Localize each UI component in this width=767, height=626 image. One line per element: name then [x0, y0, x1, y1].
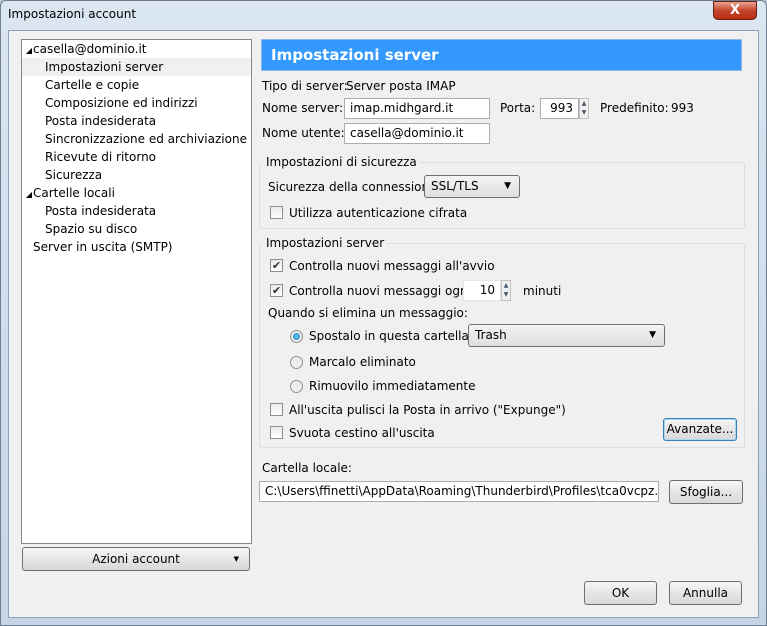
encrypted-auth-label: Utilizza autenticazione cifrata	[289, 206, 468, 220]
mark-deleted-radio[interactable]	[290, 356, 303, 369]
tree-item[interactable]: Cartelle e copie	[22, 76, 251, 94]
delete-behavior-label: Quando si elimina un messaggio:	[268, 306, 468, 320]
tree-item[interactable]: Spazio su disco	[22, 220, 251, 238]
tree-item[interactable]: Server in uscita (SMTP)	[22, 238, 251, 256]
account-actions-label: Azioni account	[92, 552, 180, 566]
tree-item-label: Posta indesiderata	[45, 204, 157, 218]
expunge-checkbox[interactable]	[270, 403, 283, 416]
tree-item[interactable]: Composizione ed indirizzi	[22, 94, 251, 112]
tree-item[interactable]: Posta indesiderata	[22, 202, 251, 220]
default-port-label: Predefinito:	[600, 101, 669, 115]
tree-item-label: Ricevute di ritorno	[45, 150, 157, 164]
empty-trash-checkbox[interactable]	[270, 426, 283, 439]
check-every-checkbox[interactable]: ✔	[270, 284, 283, 297]
dropdown-arrow-icon: ▼	[649, 330, 656, 340]
tree-item[interactable]: Sicurezza	[22, 166, 251, 184]
trash-folder-value: Trash	[475, 328, 507, 342]
dropdown-arrow-icon: ▼	[233, 555, 239, 563]
connection-security-dropdown[interactable]: SSL/TLS ▼	[424, 175, 520, 198]
advanced-button[interactable]: Avanzate...	[663, 418, 737, 441]
check-startup-label: Controlla nuovi messaggi all'avvio	[289, 259, 495, 273]
server-settings-group-title: Impostazioni server	[263, 236, 388, 250]
tree-item-label: Cartelle e copie	[45, 78, 140, 92]
check-startup-checkbox[interactable]: ✔	[270, 259, 283, 272]
tree-item-label: Sincronizzazione ed archiviazione	[45, 132, 247, 146]
connection-security-label: Sicurezza della connessione:	[268, 180, 441, 194]
tree-item-label: Impostazioni server	[45, 60, 164, 74]
account-actions-button[interactable]: Azioni account ▼	[22, 547, 250, 571]
default-port-value: 993	[671, 101, 694, 115]
port-input[interactable]: 993	[540, 98, 579, 119]
tree-item[interactable]: Posta indesiderata	[22, 112, 251, 130]
cancel-button[interactable]: Annulla	[669, 581, 742, 605]
browse-button[interactable]: Sfoglia...	[669, 480, 743, 504]
tree-item-label: Spazio su disco	[45, 222, 138, 236]
dropdown-arrow-icon: ▼	[504, 181, 511, 191]
tree-item-label: Server in uscita (SMTP)	[33, 240, 173, 254]
trash-folder-dropdown[interactable]: Trash ▼	[468, 324, 665, 347]
tree-item[interactable]: ◢casella@dominio.it	[22, 40, 251, 58]
account-tree: ◢casella@dominio.it Impostazioni server Ca…	[21, 39, 252, 544]
server-type-label: Tipo di server:	[262, 79, 348, 93]
tree-item-label: Sicurezza	[45, 168, 103, 182]
server-name-input[interactable]: imap.midhgard.it	[344, 98, 490, 119]
tree-item[interactable]: Ricevute di ritorno	[22, 148, 251, 166]
tree-item-label: Cartelle locali	[33, 186, 115, 200]
move-to-folder-radio[interactable]	[290, 330, 303, 343]
tree-item-label: casella@dominio.it	[33, 42, 147, 56]
username-input[interactable]: casella@dominio.it	[344, 123, 490, 144]
server-name-label: Nome server:	[262, 101, 344, 115]
username-label: Nome utente:	[262, 126, 345, 140]
page-title: Impostazioni server	[261, 39, 742, 71]
port-spinner[interactable]: ▲ ▼	[579, 98, 589, 119]
minutes-label: minuti	[523, 284, 562, 298]
remove-immediately-label: Rimuovilo immediatamente	[309, 379, 476, 393]
tree-item-label: Posta indesiderata	[45, 114, 157, 128]
minutes-input[interactable]: 10	[463, 280, 501, 301]
empty-trash-label: Svuota cestino all'uscita	[289, 426, 435, 440]
expunge-label: All'uscita pulisci la Posta in arrivo ("…	[289, 403, 566, 417]
tree-item[interactable]: Sincronizzazione ed archiviazione	[22, 130, 251, 148]
local-folder-input[interactable]: C:\Users\ffinetti\AppData\Roaming\Thunde…	[259, 481, 659, 502]
tree-item[interactable]: ◢Cartelle locali	[22, 184, 251, 202]
encrypted-auth-checkbox[interactable]	[270, 206, 283, 219]
tree-item-label: Composizione ed indirizzi	[45, 96, 198, 110]
port-label: Porta:	[500, 101, 536, 115]
server-type-value: Server posta IMAP	[346, 79, 456, 93]
security-group-title: Impostazioni di sicurezza	[263, 155, 420, 169]
move-to-folder-label: Spostalo in questa cartella:	[309, 329, 473, 343]
close-button[interactable]: X	[713, 1, 757, 20]
connection-security-value: SSL/TLS	[431, 179, 479, 193]
ok-button[interactable]: OK	[584, 581, 657, 605]
check-every-label: Controlla nuovi messaggi ogni	[289, 284, 471, 298]
tree-item[interactable]: Impostazioni server	[22, 58, 251, 76]
window-title: Impostazioni account	[8, 7, 137, 21]
remove-immediately-radio[interactable]	[290, 380, 303, 393]
minutes-spinner[interactable]: ▲ ▼	[501, 280, 511, 301]
mark-deleted-label: Marcalo eliminato	[309, 355, 416, 369]
local-folder-label: Cartella locale:	[262, 461, 352, 475]
